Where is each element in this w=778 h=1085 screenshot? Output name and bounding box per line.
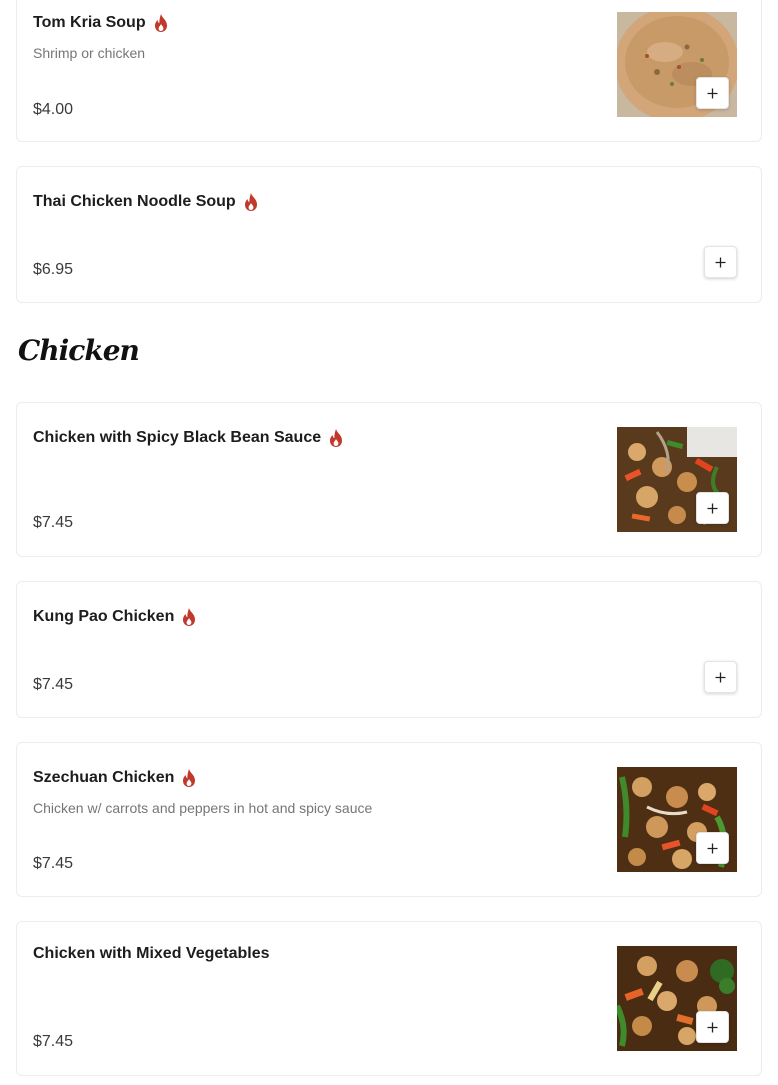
item-price: $4.00 [33, 101, 74, 118]
item-price: $6.95 [33, 261, 74, 278]
item-price: $7.45 [33, 514, 74, 531]
add-item-button[interactable] [696, 492, 729, 524]
menu-item-card[interactable]: Kung Pao Chicken $7.45 [16, 581, 762, 718]
add-item-button[interactable] [704, 246, 737, 278]
section-heading: Chicken [18, 334, 140, 367]
spicy-flame-icon [242, 192, 260, 212]
item-name: Thai Chicken Noodle Soup [33, 192, 260, 212]
item-name: Kung Pao Chicken [33, 607, 198, 627]
add-item-button[interactable] [696, 832, 729, 864]
item-name: Szechuan Chicken [33, 768, 198, 788]
item-description: Shrimp or chicken [33, 45, 146, 61]
item-name-text: Thai Chicken Noodle Soup [33, 193, 236, 210]
add-item-button[interactable] [704, 661, 737, 693]
item-price: $7.45 [33, 1033, 74, 1050]
item-price: $7.45 [33, 855, 74, 872]
menu-item-card[interactable]: Thai Chicken Noodle Soup $6.95 [16, 166, 762, 303]
plus-icon [707, 1022, 718, 1032]
item-name: Tom Kria Soup [33, 13, 170, 33]
spicy-flame-icon [152, 13, 170, 33]
item-name-text: Szechuan Chicken [33, 769, 175, 786]
plus-icon [715, 672, 726, 682]
menu-item-card[interactable]: Chicken with Mixed Vegetables $7.45 [16, 921, 762, 1076]
item-price: $7.45 [33, 676, 74, 693]
item-name-text: Kung Pao Chicken [33, 608, 175, 625]
item-name-text: Chicken with Spicy Black Bean Sauce [33, 429, 322, 446]
plus-icon [715, 257, 726, 267]
item-name: Chicken with Spicy Black Bean Sauce [33, 428, 345, 448]
menu-item-card[interactable]: Tom Kria Soup Shrimp or chicken $4.00 [16, 0, 762, 142]
menu-item-card[interactable]: Szechuan Chicken Chicken w/ carrots and … [16, 742, 762, 897]
plus-icon [707, 88, 718, 98]
spicy-flame-icon [327, 428, 345, 448]
item-description: Chicken w/ carrots and peppers in hot an… [33, 800, 373, 816]
spicy-flame-icon [180, 768, 198, 788]
item-name: Chicken with Mixed Vegetables [33, 945, 270, 963]
plus-icon [707, 503, 718, 513]
plus-icon [707, 843, 718, 853]
spicy-flame-icon [180, 607, 198, 627]
add-item-button[interactable] [696, 1011, 729, 1043]
menu-item-card[interactable]: Chicken with Spicy Black Bean Sauce $7.4… [16, 402, 762, 557]
item-name-text: Chicken with Mixed Vegetables [33, 945, 270, 962]
add-item-button[interactable] [696, 77, 729, 109]
item-name-text: Tom Kria Soup [33, 14, 146, 31]
